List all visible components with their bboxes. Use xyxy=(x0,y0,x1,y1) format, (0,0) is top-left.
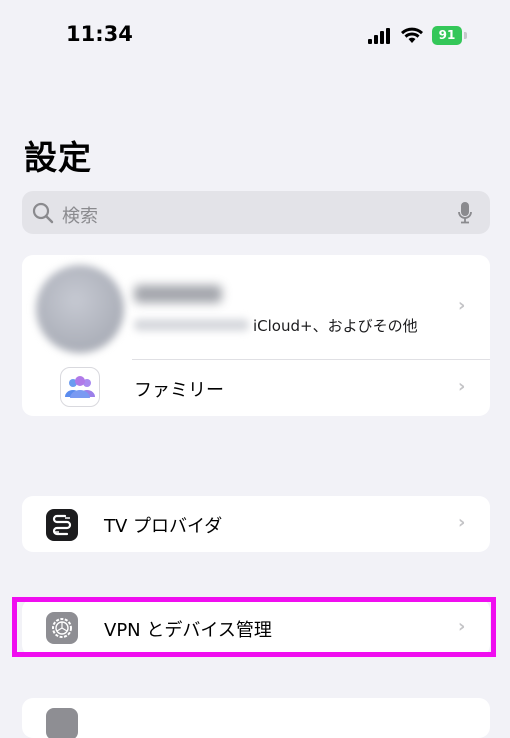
chevron-right-icon: › xyxy=(458,616,466,637)
search-icon xyxy=(32,202,54,224)
wifi-icon xyxy=(401,27,423,43)
status-time: 11:34 xyxy=(66,22,133,46)
battery-tip xyxy=(464,32,467,39)
page-title: 設定 xyxy=(24,138,92,177)
account-name-redacted xyxy=(134,285,222,303)
battery-icon: 91 xyxy=(432,26,462,45)
chevron-right-icon: › xyxy=(458,295,466,316)
signal-icon xyxy=(368,28,390,44)
account-card: iCloud+、およびその他 › ファミリー › xyxy=(22,255,490,416)
search-field[interactable]: 検索 xyxy=(22,191,490,234)
account-row[interactable]: iCloud+、およびその他 › xyxy=(22,255,490,359)
family-label: ファミリー xyxy=(134,380,224,401)
chevron-right-icon: › xyxy=(458,376,466,397)
tv-provider-row[interactable]: TV プロバイダ › xyxy=(22,496,490,552)
status-bar: 11:34 91 xyxy=(0,0,510,70)
chevron-right-icon: › xyxy=(458,512,466,533)
gear-icon xyxy=(46,612,78,644)
account-subtitle: iCloud+、およびその他 xyxy=(253,317,418,335)
next-row-partial[interactable] xyxy=(22,698,490,738)
family-row[interactable]: ファミリー › xyxy=(22,360,490,416)
search-placeholder: 検索 xyxy=(62,206,98,227)
vpn-device-management-row[interactable]: VPN とデバイス管理 › xyxy=(22,599,490,656)
family-icon xyxy=(60,367,100,407)
status-icons: 91 xyxy=(368,26,488,46)
microphone-icon[interactable] xyxy=(458,202,472,224)
account-email-redacted xyxy=(134,319,249,331)
tv-provider-icon xyxy=(46,509,78,541)
tv-provider-label: TV プロバイダ xyxy=(104,516,223,537)
vpn-label: VPN とデバイス管理 xyxy=(104,620,272,641)
avatar xyxy=(36,265,124,353)
